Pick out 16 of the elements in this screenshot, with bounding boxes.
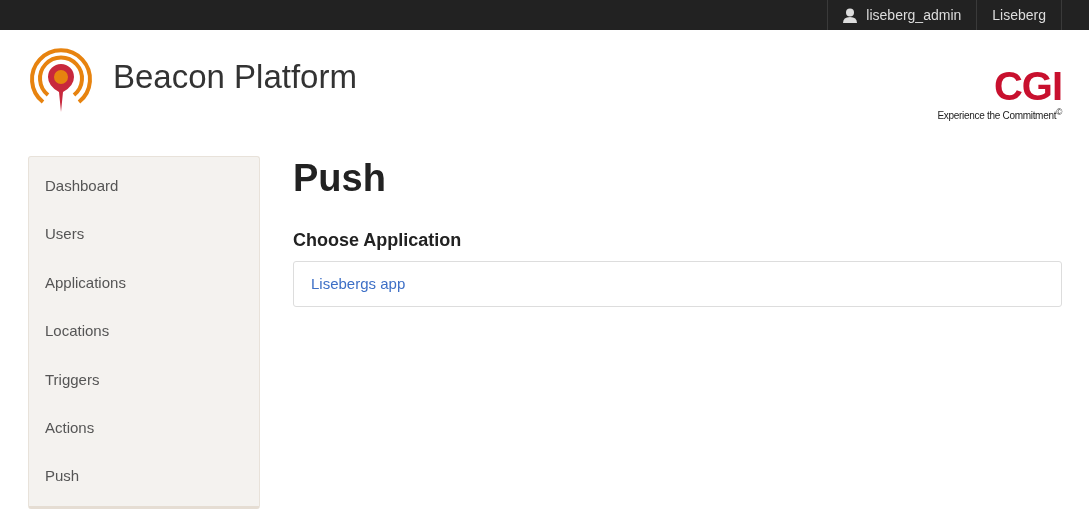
section-heading: Choose Application — [293, 230, 463, 251]
brand-tagline: Experience the Commitment$^{©}$ — [937, 107, 1062, 122]
sidebar-item[interactable]: Dashboard — [29, 162, 259, 211]
sidebar-item[interactable]: Triggers — [29, 355, 259, 404]
user-menu-link[interactable]: liseberg_admin — [827, 0, 977, 30]
application-list-item[interactable]: Lisebergs app — [293, 261, 1062, 307]
brand-logo: CGI — [993, 67, 1062, 105]
platform-title: Beacon Platform — [113, 58, 357, 96]
sidebar-item[interactable]: Applications — [29, 258, 259, 308]
page-heading: Push — [293, 156, 387, 200]
sidebar-item[interactable]: Locations — [29, 307, 259, 356]
sidebar-item[interactable]: Users — [29, 210, 259, 259]
user-icon — [843, 7, 858, 23]
sidebar-item[interactable]: Push — [29, 452, 259, 501]
sidebar-item[interactable]: Actions — [29, 403, 259, 453]
organization-link[interactable]: Liseberg — [976, 0, 1062, 30]
